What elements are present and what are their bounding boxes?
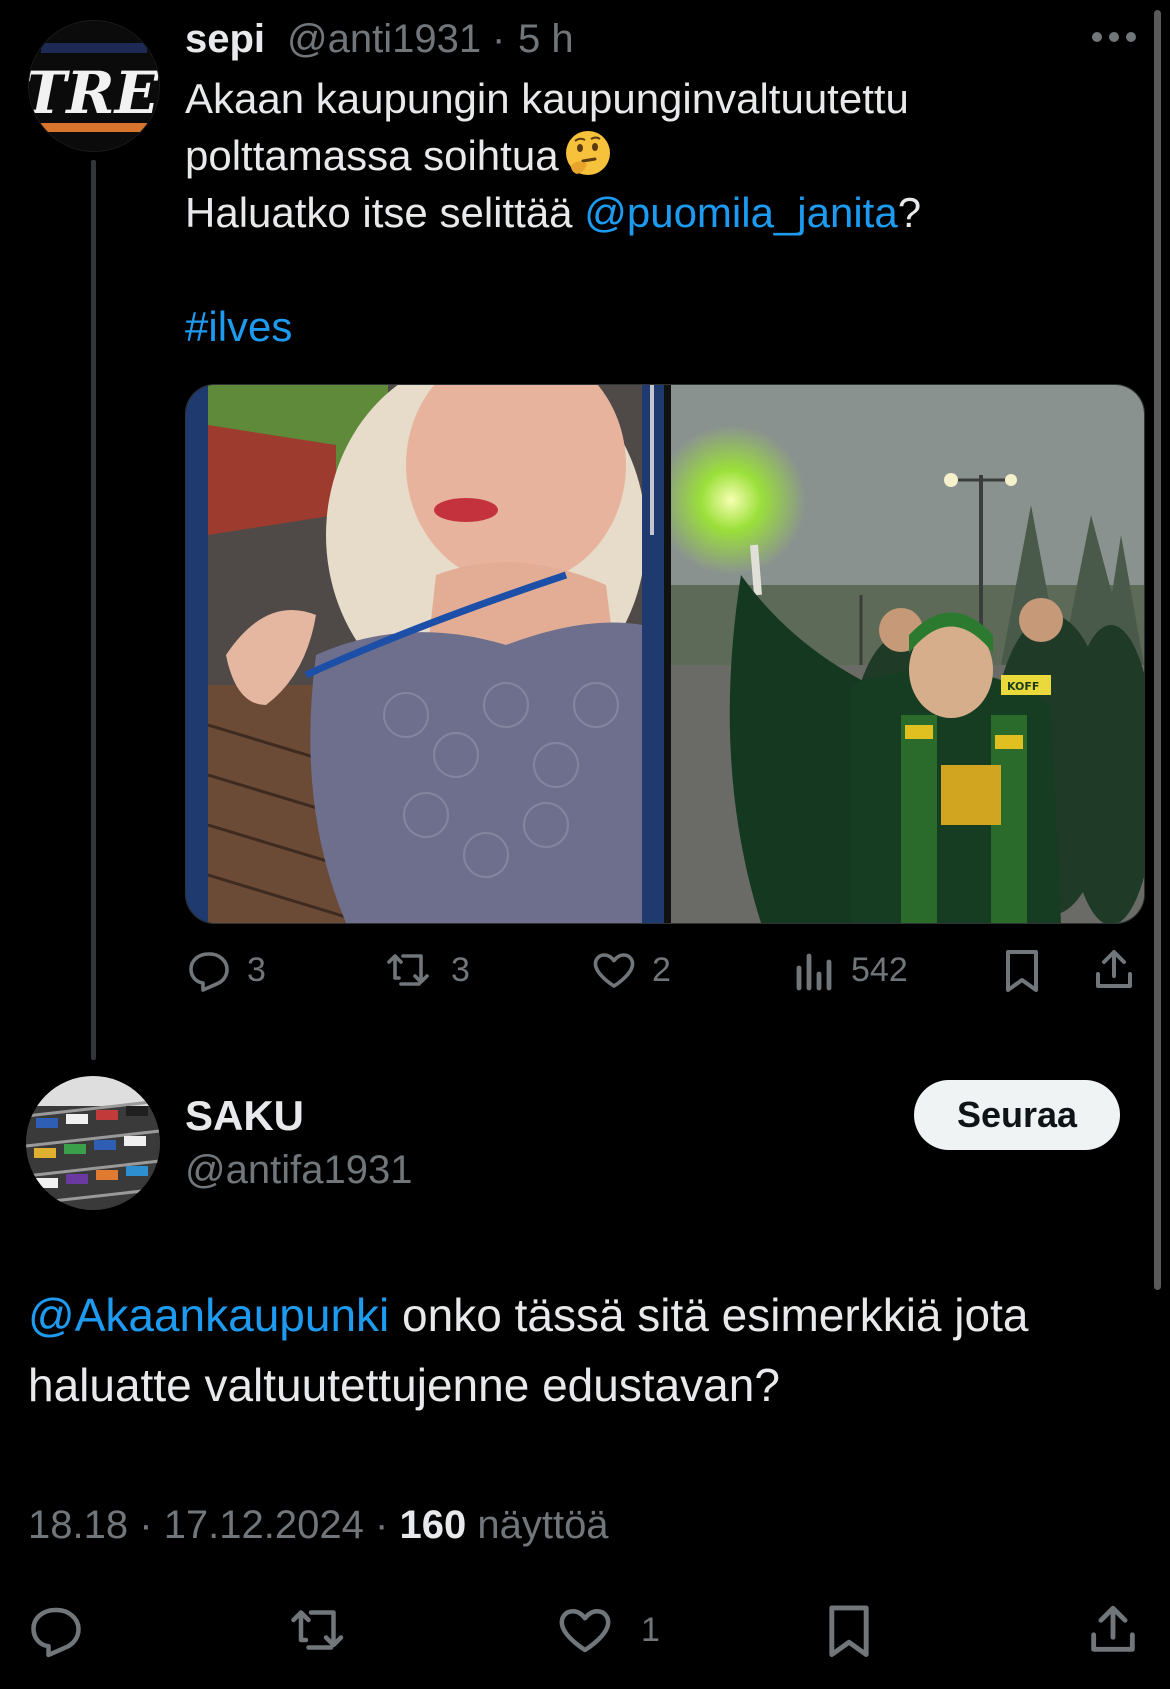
parent-reply-count: 3 <box>247 950 266 989</box>
parent-text-line-3-pre: Haluatko itse selittää <box>185 189 585 236</box>
reply-icon <box>31 1607 81 1658</box>
main-action-bar: 1 <box>0 1595 1170 1665</box>
bookmark-icon <box>1006 950 1038 992</box>
parent-avatar[interactable]: TRE <box>28 20 160 152</box>
parent-hashtag-link[interactable]: #ilves <box>185 303 292 350</box>
meta-separator-2: · <box>375 1503 389 1547</box>
parent-views-button[interactable]: 542 <box>795 940 908 1000</box>
parent-repost-count: 3 <box>451 950 470 989</box>
parent-text-line-1: Akaan kaupungin kaupunginvaltuutettu <box>185 75 909 122</box>
parent-like-count: 2 <box>652 950 671 989</box>
main-text-line-1-post: onko tässä sitä esimerkkiä jota <box>389 1289 1029 1341</box>
scrollbar[interactable] <box>1154 10 1161 1290</box>
share-icon <box>1091 1605 1135 1652</box>
main-avatar[interactable] <box>26 1076 160 1210</box>
main-repost-button[interactable] <box>288 1595 354 1665</box>
tweet-date[interactable]: 17.12.2024 <box>164 1503 364 1547</box>
like-icon <box>593 953 635 988</box>
main-bookmark-button[interactable] <box>822 1595 876 1665</box>
repost-icon <box>387 954 429 986</box>
parent-reply-button[interactable]: 3 <box>185 940 266 1000</box>
views-icon <box>796 953 832 991</box>
thinking-face-emoji <box>565 131 610 175</box>
share-icon <box>1096 950 1132 988</box>
meta-separator-1: · <box>139 1503 153 1547</box>
more-icon[interactable] <box>1090 30 1138 44</box>
repost-icon <box>291 1610 344 1650</box>
main-like-button[interactable]: 1 <box>555 1595 660 1665</box>
reply-icon <box>189 952 229 992</box>
view-label: näyttöä <box>477 1503 609 1547</box>
parent-text-line-5: #ilves <box>185 298 1145 355</box>
thread-line <box>91 160 96 1060</box>
tweet-time[interactable]: 18.18 <box>28 1503 128 1547</box>
parent-text-line-3-post: ? <box>897 189 922 236</box>
media-photo-left[interactable] <box>186 385 664 923</box>
parent-text-blank-line <box>185 241 1145 298</box>
main-text-line-1: @Akaankaupunki onko tässä sitä esimerkki… <box>28 1280 1148 1350</box>
main-reply-button[interactable] <box>26 1595 86 1665</box>
parent-media[interactable]: KOFF <box>185 384 1145 924</box>
main-share-button[interactable] <box>1084 1595 1142 1665</box>
parent-mention-link[interactable]: @puomila_janita <box>584 189 897 236</box>
parent-action-bar: 3 3 2 542 <box>185 940 1140 1000</box>
bookmark-icon <box>829 1605 869 1657</box>
parent-view-count: 542 <box>851 950 908 989</box>
parent-text-line-2: polttamassa soihtua <box>185 127 1145 184</box>
main-text-line-2: haluatte valtuutettujenne edustavan? <box>28 1359 780 1411</box>
parent-tweet-text: Akaan kaupungin kaupunginvaltuutettu pol… <box>185 70 1145 355</box>
media-photo-right[interactable]: KOFF <box>671 385 1144 923</box>
svg-text:KOFF: KOFF <box>1007 680 1039 693</box>
parent-display-name[interactable]: sepi <box>185 14 265 64</box>
main-tweet-text: @Akaankaupunki onko tässä sitä esimerkki… <box>28 1280 1148 1420</box>
main-display-name[interactable]: SAKU <box>185 1090 304 1142</box>
parent-separator: · <box>492 17 506 61</box>
parent-avatar-text: TRE <box>29 59 159 127</box>
parent-repost-button[interactable]: 3 <box>385 940 470 1000</box>
tweet-meta: 18.18 · 17.12.2024 · 160 näyttöä <box>28 1495 609 1555</box>
parent-like-button[interactable]: 2 <box>590 940 671 1000</box>
parent-bookmark-button[interactable] <box>1000 940 1044 1000</box>
main-like-count: 1 <box>641 1610 660 1649</box>
main-mention-link[interactable]: @Akaankaupunki <box>28 1289 389 1341</box>
main-handle[interactable]: @antifa1931 <box>185 1144 412 1196</box>
view-count: 160 <box>399 1503 467 1547</box>
parent-timestamp[interactable]: 5 h <box>518 14 574 64</box>
follow-button[interactable]: Seuraa <box>914 1080 1120 1150</box>
like-icon <box>559 1609 611 1653</box>
parent-text-line-3: Haluatko itse selittää @puomila_janita? <box>185 184 1145 241</box>
parent-handle[interactable]: @anti1931 <box>287 14 481 64</box>
parent-text-line-2-text: polttamassa soihtua <box>185 132 559 179</box>
parent-share-button[interactable] <box>1090 940 1138 1000</box>
